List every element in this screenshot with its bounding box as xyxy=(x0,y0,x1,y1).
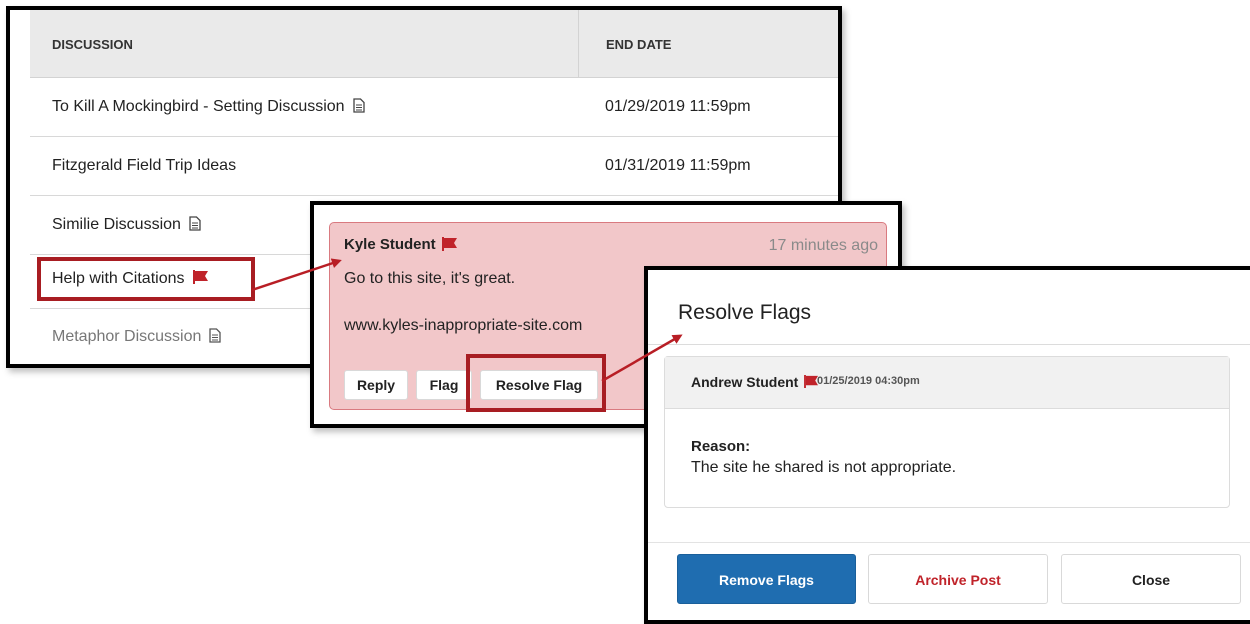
discussion-title[interactable]: To Kill A Mockingbird - Setting Discussi… xyxy=(52,78,365,136)
column-divider xyxy=(578,10,579,77)
flag-button[interactable]: Flag xyxy=(416,370,472,400)
table-row[interactable]: To Kill A Mockingbird - Setting Discussi… xyxy=(30,78,838,137)
reason-text: The site he shared is not appropriate. xyxy=(691,459,957,476)
discussion-title[interactable]: Fitzgerald Field Trip Ideas xyxy=(52,137,236,195)
archive-post-button[interactable]: Archive Post xyxy=(868,554,1048,604)
post-body-text: Go to this site, it's great. xyxy=(344,270,516,287)
discussion-title[interactable]: Metaphor Discussion xyxy=(52,308,222,364)
flag-icon xyxy=(441,236,457,251)
column-header-end-date[interactable]: END DATE xyxy=(606,10,671,77)
table-header: DISCUSSION END DATE xyxy=(30,10,838,78)
close-button[interactable]: Close xyxy=(1061,554,1241,604)
end-date: 01/31/2019 11:59pm xyxy=(605,157,751,174)
flag-author: Andrew Student xyxy=(691,374,819,390)
discussion-title[interactable]: Similie Discussion xyxy=(52,196,201,254)
document-icon xyxy=(209,328,222,343)
column-header-discussion[interactable]: DISCUSSION xyxy=(52,10,133,77)
reply-button[interactable]: Reply xyxy=(344,370,408,400)
end-date: 01/29/2019 11:59pm xyxy=(605,98,751,115)
post-author: Kyle Student xyxy=(344,236,458,253)
remove-flags-button[interactable]: Remove Flags xyxy=(677,554,856,604)
post-timestamp: 17 minutes ago xyxy=(768,237,878,254)
highlight-resolve-flag xyxy=(466,354,606,412)
dialog-title: Resolve Flags xyxy=(678,301,812,324)
flag-date: 01/25/2019 04:30pm xyxy=(817,375,920,387)
reason-label: Reason: xyxy=(691,438,751,455)
flag-card: Andrew Student 01/25/2019 04:30pm Reason… xyxy=(664,356,1230,508)
flag-card-header: Andrew Student 01/25/2019 04:30pm xyxy=(665,357,1229,409)
document-icon xyxy=(189,216,201,231)
dialog-divider xyxy=(648,344,1250,345)
post-link[interactable]: www.kyles-inappropriate-site.com xyxy=(344,317,582,335)
dialog-footer-divider xyxy=(648,542,1250,543)
highlight-help-with-citations xyxy=(37,257,255,301)
resolve-flags-dialog: Resolve Flags Andrew Student 01/25/2019 … xyxy=(644,266,1250,624)
table-row[interactable]: Fitzgerald Field Trip Ideas 01/31/2019 1… xyxy=(30,137,838,196)
document-icon xyxy=(352,98,365,113)
